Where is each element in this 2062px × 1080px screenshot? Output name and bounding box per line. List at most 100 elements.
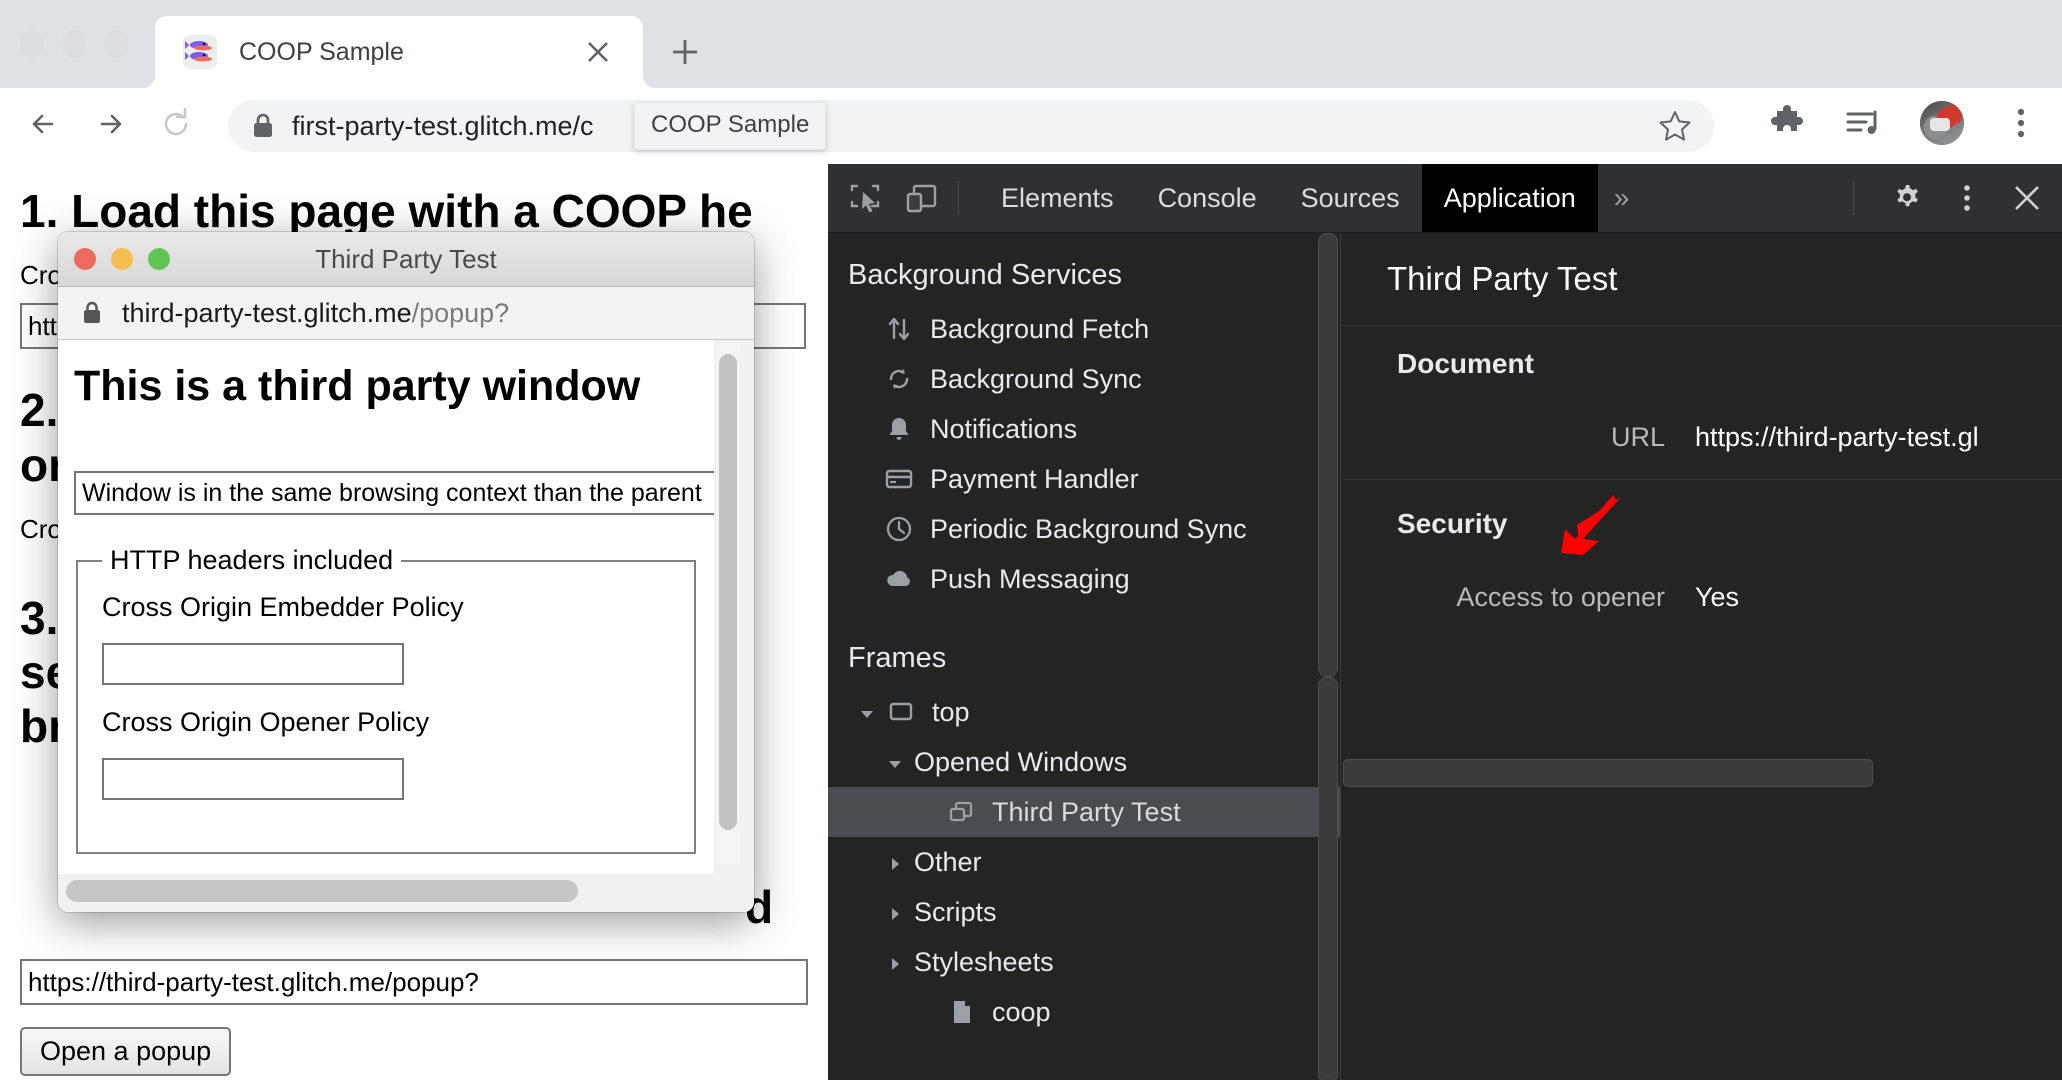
sidebar-item-background-fetch[interactable]: Background Fetch [828, 304, 1340, 354]
close-icon[interactable] [2010, 181, 2044, 215]
devtools-main: Background Services Background Fetch Bac… [828, 233, 2062, 1080]
window-controls[interactable] [20, 30, 128, 58]
three-dot-menu-icon[interactable] [1950, 181, 1984, 215]
windows-stack-icon [946, 797, 976, 827]
sidebar-item-notifications[interactable]: Notifications [828, 404, 1340, 454]
lock-icon [82, 301, 102, 325]
tab-console[interactable]: Console [1136, 164, 1279, 232]
frame-node-top[interactable]: top [828, 687, 1340, 737]
access-to-opener-value: Yes [1695, 582, 1740, 612]
toolbar-divider-2 [1853, 181, 1854, 215]
lock-icon [252, 113, 274, 139]
content-horizontal-scrollbar-thumb[interactable] [1343, 759, 1873, 787]
http-headers-legend: HTTP headers included [110, 545, 394, 575]
sidebar-item-payment-handler[interactable]: Payment Handler [828, 454, 1340, 504]
sidebar-item-push-messaging[interactable]: Push Messaging [828, 554, 1340, 604]
three-dot-menu-icon[interactable] [2002, 104, 2040, 142]
inspect-element-icon[interactable] [848, 181, 882, 215]
frame-node-label: Other [914, 846, 982, 877]
frame-node-opened-windows[interactable]: Opened Windows [828, 737, 1340, 787]
content-horizontal-scrollbar[interactable] [1343, 759, 2059, 787]
popup-vertical-scrollbar-thumb[interactable] [719, 354, 737, 830]
coop-label: Cross Origin Opener Policy [102, 707, 430, 737]
plus-icon[interactable] [668, 35, 702, 69]
open-popup-button[interactable]: Open a popup [20, 1027, 232, 1076]
sidebar-item-label: Push Messaging [930, 563, 1130, 594]
close-icon[interactable] [583, 37, 613, 67]
frame-node-other[interactable]: Other [828, 837, 1340, 887]
device-toolbar-icon[interactable] [904, 181, 938, 215]
credit-card-icon [884, 464, 914, 494]
annotation-arrow-icon [1543, 491, 1633, 571]
chevron-right-icon[interactable] [884, 951, 906, 973]
arrow-right-icon[interactable] [88, 102, 132, 146]
close-red-dot[interactable] [74, 248, 96, 270]
tab-elements[interactable]: Elements [979, 164, 1136, 232]
frame-node-stylesheets[interactable]: Stylesheets [828, 937, 1340, 987]
chevron-double-right-icon[interactable]: » [1598, 164, 1646, 232]
chevron-right-icon[interactable] [884, 851, 906, 873]
sidebar-item-label: Background Fetch [930, 313, 1150, 344]
popup-heading: This is a third party window [74, 362, 641, 410]
sidebar-item-periodic-background-sync[interactable]: Periodic Background Sync [828, 504, 1340, 554]
arrow-left-icon[interactable] [22, 102, 66, 146]
popup-traffic-lights [74, 248, 170, 270]
popup-url-bar[interactable]: third-party-test.glitch.me/popup? [58, 287, 754, 340]
extensions-puzzle-icon[interactable] [1768, 104, 1806, 142]
media-list-icon[interactable] [1844, 104, 1882, 142]
browser-tab-strip: COOP Sample [0, 0, 2062, 88]
tab-title: COOP Sample [239, 37, 404, 66]
chevron-right-icon[interactable] [884, 901, 906, 923]
maximize-green-dot[interactable] [148, 248, 170, 270]
window-maximize-button[interactable] [104, 30, 128, 58]
browser-tab[interactable]: COOP Sample [141, 16, 657, 88]
access-to-opener-row: Access to opener Yes [1341, 582, 2062, 613]
page-heading-1: 1. Load this page with a COOP he [20, 185, 753, 237]
devtools-panel: Elements Console Sources Application » B… [828, 164, 2062, 1080]
fish-favicon [183, 35, 217, 69]
frame-node-coop[interactable]: coop [828, 987, 1340, 1037]
devtools-toolbar: Elements Console Sources Application » [828, 164, 2062, 233]
document-section: Document URL https://third-party-test.gl [1341, 326, 2062, 480]
chevron-down-icon[interactable] [884, 751, 906, 773]
sidebar-item-label: Periodic Background Sync [930, 513, 1247, 544]
popup-horizontal-scrollbar-thumb[interactable] [66, 880, 578, 902]
sidebar-item-label: Background Sync [930, 363, 1142, 394]
devtools-content-panel: Third Party Test Document URL https://th… [1341, 233, 2062, 1080]
popup-url-path: /popup? [411, 297, 510, 328]
sidebar-scrollbar-thumb-upper[interactable] [1318, 233, 1338, 677]
url-value[interactable]: https://third-party-test.gl [1695, 422, 1979, 453]
profile-avatar[interactable] [1920, 101, 1964, 145]
chevron-down-icon[interactable] [856, 701, 878, 723]
reload-icon[interactable] [154, 102, 198, 146]
star-icon[interactable] [1658, 109, 1692, 143]
window-close-button[interactable] [20, 30, 44, 58]
popup-status-input[interactable] [74, 471, 714, 515]
frame-node-scripts[interactable]: Scripts [828, 887, 1340, 937]
coep-input[interactable] [102, 643, 404, 685]
url-key: URL [1610, 422, 1665, 452]
popup-horizontal-scrollbar[interactable] [66, 876, 730, 906]
popup-body: This is a third party window HTTP header… [58, 340, 754, 912]
sidebar-vertical-scrollbar[interactable] [1316, 233, 1338, 1080]
tab-application[interactable]: Application [1421, 164, 1598, 232]
sidebar-scrollbar-thumb-lower[interactable] [1318, 677, 1338, 1080]
access-to-opener-key: Access to opener [1456, 582, 1665, 612]
sidebar-item-background-sync[interactable]: Background Sync [828, 354, 1340, 404]
tab-sources[interactable]: Sources [1279, 164, 1422, 232]
gear-icon[interactable] [1890, 181, 1924, 215]
minimize-yellow-dot[interactable] [111, 248, 133, 270]
window-minimize-button[interactable] [62, 30, 86, 58]
address-bar[interactable]: first-party-test.glitch.me/c [228, 100, 1714, 152]
frame-node-label: Scripts [914, 896, 997, 927]
popup-url-input[interactable] [20, 959, 808, 1005]
frame-node-third-party-test[interactable]: Third Party Test [828, 787, 1340, 837]
frame-details-title: Third Party Test [1387, 260, 1618, 297]
popup-vertical-scrollbar[interactable] [716, 344, 740, 864]
document-section-title: Document [1397, 348, 1534, 379]
popup-url-text: third-party-test.glitch.me/popup? [122, 298, 509, 329]
popup-title-bar: Third Party Test [58, 232, 754, 287]
cloud-icon [884, 564, 914, 594]
third-party-popup-window[interactable]: Third Party Test third-party-test.glitch… [58, 232, 754, 912]
coop-input[interactable] [102, 758, 404, 800]
